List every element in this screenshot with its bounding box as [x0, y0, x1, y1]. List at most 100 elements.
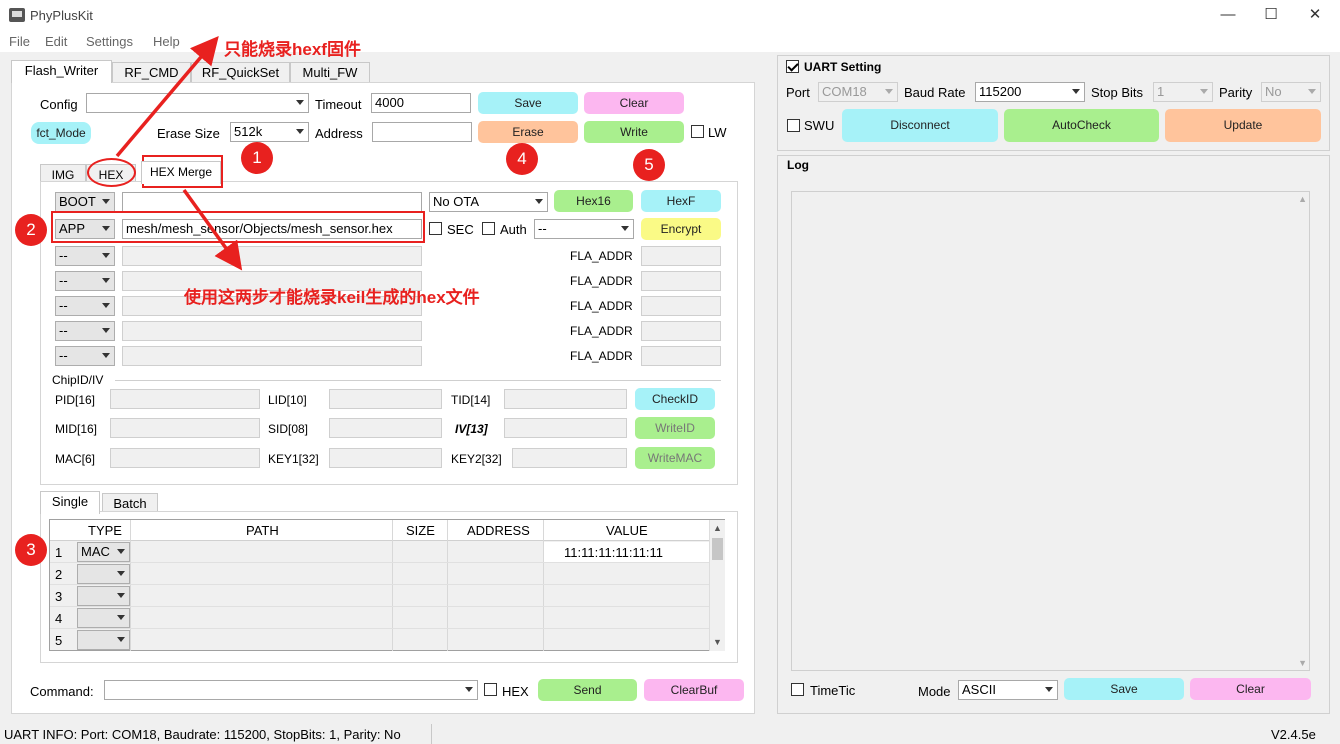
- log-save-button[interactable]: Save: [1064, 678, 1184, 700]
- tab-single[interactable]: Single: [40, 491, 100, 514]
- tab-hex-merge[interactable]: HEX Merge: [141, 161, 221, 184]
- baud-rate-select[interactable]: 115200: [975, 82, 1085, 102]
- update-button[interactable]: Update: [1165, 109, 1321, 142]
- arrow-to-top-note: [115, 35, 219, 158]
- chevron-down-icon: [117, 549, 125, 554]
- type-select[interactable]: [77, 564, 130, 584]
- hex-checkbox[interactable]: [484, 683, 497, 696]
- log-textarea[interactable]: ▲ ▼: [791, 191, 1310, 671]
- baud-rate-label: Baud Rate: [904, 85, 966, 100]
- port-select[interactable]: COM18: [818, 82, 898, 102]
- chipid-group-title: ChipID/IV: [52, 373, 104, 387]
- parity-select[interactable]: No: [1261, 82, 1321, 102]
- extra-path-5[interactable]: [122, 346, 422, 366]
- extra-select-4[interactable]: --: [55, 321, 115, 341]
- command-label: Command:: [30, 684, 94, 699]
- step-marker-2: 2: [15, 214, 47, 246]
- pid-input[interactable]: [110, 389, 260, 409]
- chevron-down-icon: [117, 593, 125, 598]
- stop-bits-select[interactable]: 1: [1153, 82, 1213, 102]
- col-size: SIZE: [406, 523, 435, 538]
- type-select[interactable]: [77, 630, 130, 650]
- close-button[interactable]: ✕: [1295, 2, 1335, 28]
- sid-label: SID[08]: [268, 422, 309, 436]
- arrow-to-mid-note: [182, 188, 243, 271]
- scroll-up-icon[interactable]: ▲: [1298, 194, 1307, 204]
- type-select[interactable]: [77, 608, 130, 628]
- chevron-down-icon: [1045, 687, 1053, 692]
- table-row[interactable]: [50, 563, 709, 585]
- chevron-down-icon: [102, 328, 110, 333]
- lid-input[interactable]: [329, 389, 442, 409]
- clearbuf-button[interactable]: ClearBuf: [644, 679, 744, 701]
- key1-input[interactable]: [329, 448, 442, 468]
- group-divider: [115, 380, 721, 381]
- iv-input[interactable]: [504, 418, 627, 438]
- mac-input[interactable]: [110, 448, 260, 468]
- key1-label: KEY1[32]: [268, 452, 319, 466]
- sid-input[interactable]: [329, 418, 442, 438]
- step-marker-1: 1: [241, 142, 273, 174]
- fla-addr-input-4[interactable]: [641, 321, 721, 341]
- extra-select-5[interactable]: --: [55, 346, 115, 366]
- mode-label: Mode: [918, 684, 951, 699]
- tid-label: TID[14]: [451, 393, 491, 407]
- lid-label: LID[10]: [268, 393, 307, 407]
- chevron-down-icon: [102, 353, 110, 358]
- fla-addr-input-5[interactable]: [641, 346, 721, 366]
- parity-label: Parity: [1219, 85, 1253, 100]
- chevron-down-icon: [885, 89, 893, 94]
- writemac-button[interactable]: WriteMAC: [635, 447, 715, 469]
- row-number: 4: [55, 611, 63, 626]
- type-select[interactable]: [77, 586, 130, 606]
- tab-flash-writer[interactable]: Flash_Writer: [11, 60, 112, 83]
- log-clear-button[interactable]: Clear: [1190, 678, 1311, 700]
- port-label: Port: [786, 85, 810, 100]
- table-row[interactable]: [50, 629, 709, 651]
- chevron-down-icon: [117, 615, 125, 620]
- col-type: TYPE: [88, 523, 122, 538]
- table-row[interactable]: [50, 607, 709, 629]
- table-scrollbar[interactable]: ▲ ▼: [709, 520, 725, 651]
- scroll-down-icon[interactable]: ▼: [1298, 658, 1307, 668]
- maximize-button[interactable]: ☐: [1251, 2, 1291, 28]
- send-button[interactable]: Send: [538, 679, 637, 701]
- writeid-button[interactable]: WriteID: [635, 417, 715, 439]
- chevron-down-icon: [117, 571, 125, 576]
- mid-label: MID[16]: [55, 422, 98, 436]
- mac-label: MAC[6]: [55, 452, 96, 466]
- hex-label: HEX: [502, 684, 529, 699]
- chevron-down-icon: [1308, 89, 1316, 94]
- chevron-down-icon: [1072, 89, 1080, 94]
- scroll-down-icon[interactable]: ▼: [713, 637, 722, 647]
- minimize-button[interactable]: —: [1208, 2, 1248, 28]
- tid-input[interactable]: [504, 389, 627, 409]
- checkid-button[interactable]: CheckID: [635, 388, 715, 410]
- command-input[interactable]: [104, 680, 478, 700]
- step-marker-5: 5: [633, 149, 665, 181]
- chevron-down-icon: [1200, 89, 1208, 94]
- chevron-down-icon: [117, 637, 125, 642]
- mid-input[interactable]: [110, 418, 260, 438]
- chevron-down-icon: [465, 687, 473, 692]
- table-row[interactable]: [50, 585, 709, 607]
- extra-path-4[interactable]: [122, 321, 422, 341]
- pid-label: PID[16]: [55, 393, 96, 407]
- uart-setting-checkbox[interactable]: [786, 60, 799, 73]
- uart-info: UART INFO: Port: COM18, Baudrate: 115200…: [4, 727, 401, 742]
- disconnect-button[interactable]: Disconnect: [842, 109, 998, 142]
- scroll-up-icon[interactable]: ▲: [713, 523, 722, 533]
- row-number: 2: [55, 567, 63, 582]
- timetic-checkbox[interactable]: [791, 683, 804, 696]
- timetic-label: TimeTic: [810, 683, 856, 698]
- key2-label: KEY2[32]: [451, 452, 502, 466]
- value-cell[interactable]: 11:11:11:11:11:11: [564, 545, 663, 560]
- key2-input[interactable]: [512, 448, 627, 468]
- type-select[interactable]: MAC: [77, 542, 130, 562]
- step-marker-4: 4: [506, 143, 538, 175]
- mode-select[interactable]: ASCII: [958, 680, 1058, 700]
- swu-checkbox[interactable]: [787, 119, 800, 132]
- autocheck-button[interactable]: AutoCheck: [1004, 109, 1159, 142]
- param-table: TYPE PATH SIZE ADDRESS VALUE 1 MAC 11:11…: [49, 519, 725, 651]
- scroll-thumb[interactable]: [712, 538, 723, 560]
